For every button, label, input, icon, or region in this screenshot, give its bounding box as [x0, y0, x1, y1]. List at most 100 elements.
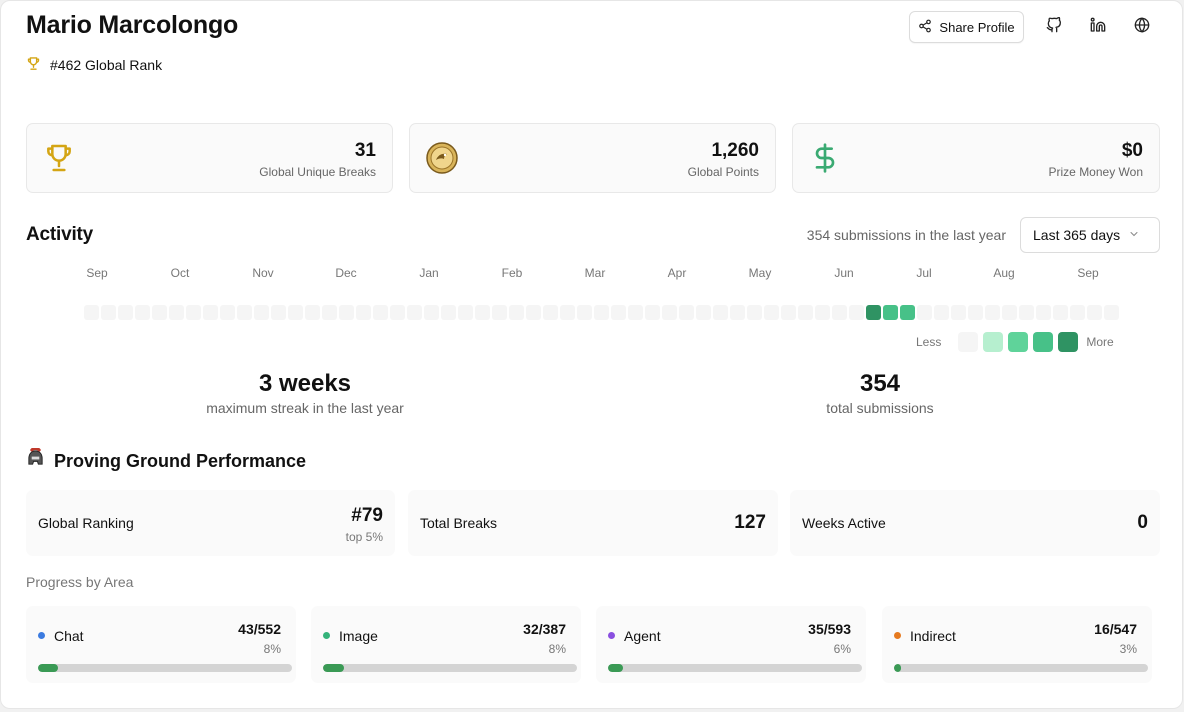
heatmap-cell[interactable]: [611, 305, 626, 320]
linkedin-icon: [1090, 17, 1106, 38]
linkedin-link[interactable]: [1086, 15, 1110, 39]
heatmap-cell[interactable]: [1104, 305, 1119, 320]
heatmap-cell[interactable]: [186, 305, 201, 320]
heatmap-cell[interactable]: [832, 305, 847, 320]
heatmap-cell[interactable]: [1087, 305, 1102, 320]
area-dot: [894, 632, 901, 639]
stat-card-prize-money: $0 Prize Money Won: [792, 123, 1160, 193]
heatmap-cell[interactable]: [271, 305, 286, 320]
heatmap-cell[interactable]: [152, 305, 167, 320]
heatmap-cell[interactable]: [1036, 305, 1051, 320]
area-label: Chat: [54, 628, 84, 644]
heatmap-cell[interactable]: [135, 305, 150, 320]
heatmap-cell[interactable]: [781, 305, 796, 320]
max-streak-label: maximum streak in the last year: [206, 400, 404, 416]
heatmap-cell[interactable]: [424, 305, 439, 320]
area-fraction: 32/387: [523, 621, 566, 637]
area-percent: 8%: [548, 642, 566, 656]
heatmap-cell[interactable]: [815, 305, 830, 320]
heatmap-cell[interactable]: [237, 305, 252, 320]
area-progress-bar: [894, 664, 1148, 672]
share-profile-label: Share Profile: [939, 19, 1015, 35]
heatmap-cell[interactable]: [866, 305, 881, 320]
stat-label: Global Unique Breaks: [259, 165, 376, 179]
heatmap-cell[interactable]: [101, 305, 116, 320]
heatmap-cell[interactable]: [492, 305, 507, 320]
heatmap-cell[interactable]: [560, 305, 575, 320]
heatmap-cell[interactable]: [679, 305, 694, 320]
coin-icon: [426, 142, 458, 179]
month-label: Sep: [1077, 266, 1099, 280]
heatmap-cell[interactable]: [1053, 305, 1068, 320]
area-card-indirect: Indirect 16/547 3%: [882, 606, 1152, 683]
heatmap-cell[interactable]: [1002, 305, 1017, 320]
heatmap-cell[interactable]: [900, 305, 915, 320]
heatmap-cell[interactable]: [288, 305, 303, 320]
heatmap-cell[interactable]: [917, 305, 932, 320]
heatmap-cell[interactable]: [662, 305, 677, 320]
area-label: Agent: [624, 628, 661, 644]
heatmap-cell[interactable]: [526, 305, 541, 320]
heatmap-cell[interactable]: [594, 305, 609, 320]
heatmap-cell[interactable]: [305, 305, 320, 320]
time-range-value: Last 365 days: [1033, 227, 1121, 243]
heatmap-cell[interactable]: [203, 305, 218, 320]
heatmap-cell[interactable]: [798, 305, 813, 320]
heatmap-cell[interactable]: [696, 305, 711, 320]
heatmap-cell[interactable]: [373, 305, 388, 320]
heatmap-cell[interactable]: [1019, 305, 1034, 320]
heatmap-month-labels: Sep Oct Nov Dec Jan Feb Mar Apr May Jun Jul Aug Sep: [1, 266, 1184, 282]
heatmap-cell[interactable]: [747, 305, 762, 320]
heatmap-cell[interactable]: [254, 305, 269, 320]
heatmap-cell[interactable]: [339, 305, 354, 320]
month-label: Jun: [834, 266, 854, 280]
github-link[interactable]: [1042, 15, 1066, 39]
chevron-down-icon: [1128, 227, 1140, 243]
heatmap-cell[interactable]: [169, 305, 184, 320]
heatmap-cell[interactable]: [883, 305, 898, 320]
share-profile-button[interactable]: Share Profile: [909, 11, 1024, 43]
time-range-select[interactable]: Last 365 days: [1020, 217, 1160, 253]
area-progress-bar: [38, 664, 292, 672]
heatmap-cell[interactable]: [968, 305, 983, 320]
heatmap-cell[interactable]: [645, 305, 660, 320]
global-rank: #462 Global Rank: [26, 56, 162, 74]
heatmap-cell[interactable]: [628, 305, 643, 320]
heatmap-cell[interactable]: [713, 305, 728, 320]
heatmap-cell[interactable]: [475, 305, 490, 320]
heatmap-cell[interactable]: [322, 305, 337, 320]
legend-swatch: [958, 332, 979, 352]
heatmap-cell[interactable]: [543, 305, 558, 320]
profile-page: Mario Marcolongo #462 Global Rank Share …: [0, 0, 1183, 709]
card-label: Global Ranking: [38, 515, 134, 531]
heatmap-cell[interactable]: [220, 305, 235, 320]
proving-ground-title: Proving Ground Performance: [26, 447, 306, 474]
heatmap-cell[interactable]: [730, 305, 745, 320]
heatmap-cell[interactable]: [849, 305, 864, 320]
legend-swatch: [983, 332, 1004, 352]
heatmap-cell[interactable]: [458, 305, 473, 320]
weeks-active-card: Weeks Active 0: [790, 490, 1160, 556]
heatmap-cell[interactable]: [934, 305, 949, 320]
heatmap-cell[interactable]: [985, 305, 1000, 320]
card-label: Total Breaks: [420, 515, 498, 531]
area-progress-bar: [608, 664, 862, 672]
heatmap-cell[interactable]: [1070, 305, 1085, 320]
heatmap-cell[interactable]: [407, 305, 422, 320]
heatmap-cell[interactable]: [764, 305, 779, 320]
area-progress-fill: [608, 664, 623, 672]
heatmap-cell[interactable]: [441, 305, 456, 320]
trophy-icon: [26, 56, 41, 74]
area-card-image: Image 32/387 8%: [311, 606, 581, 683]
card-subvalue: top 5%: [345, 530, 383, 544]
heatmap-cell[interactable]: [84, 305, 99, 320]
website-link[interactable]: [1130, 15, 1154, 39]
heatmap-cell[interactable]: [118, 305, 133, 320]
month-label: May: [748, 266, 772, 280]
global-ranking-card: Global Ranking #79 top 5%: [26, 490, 395, 556]
heatmap-cell[interactable]: [390, 305, 405, 320]
heatmap-cell[interactable]: [356, 305, 371, 320]
heatmap-cell[interactable]: [951, 305, 966, 320]
heatmap-cell[interactable]: [577, 305, 592, 320]
heatmap-cell[interactable]: [509, 305, 524, 320]
